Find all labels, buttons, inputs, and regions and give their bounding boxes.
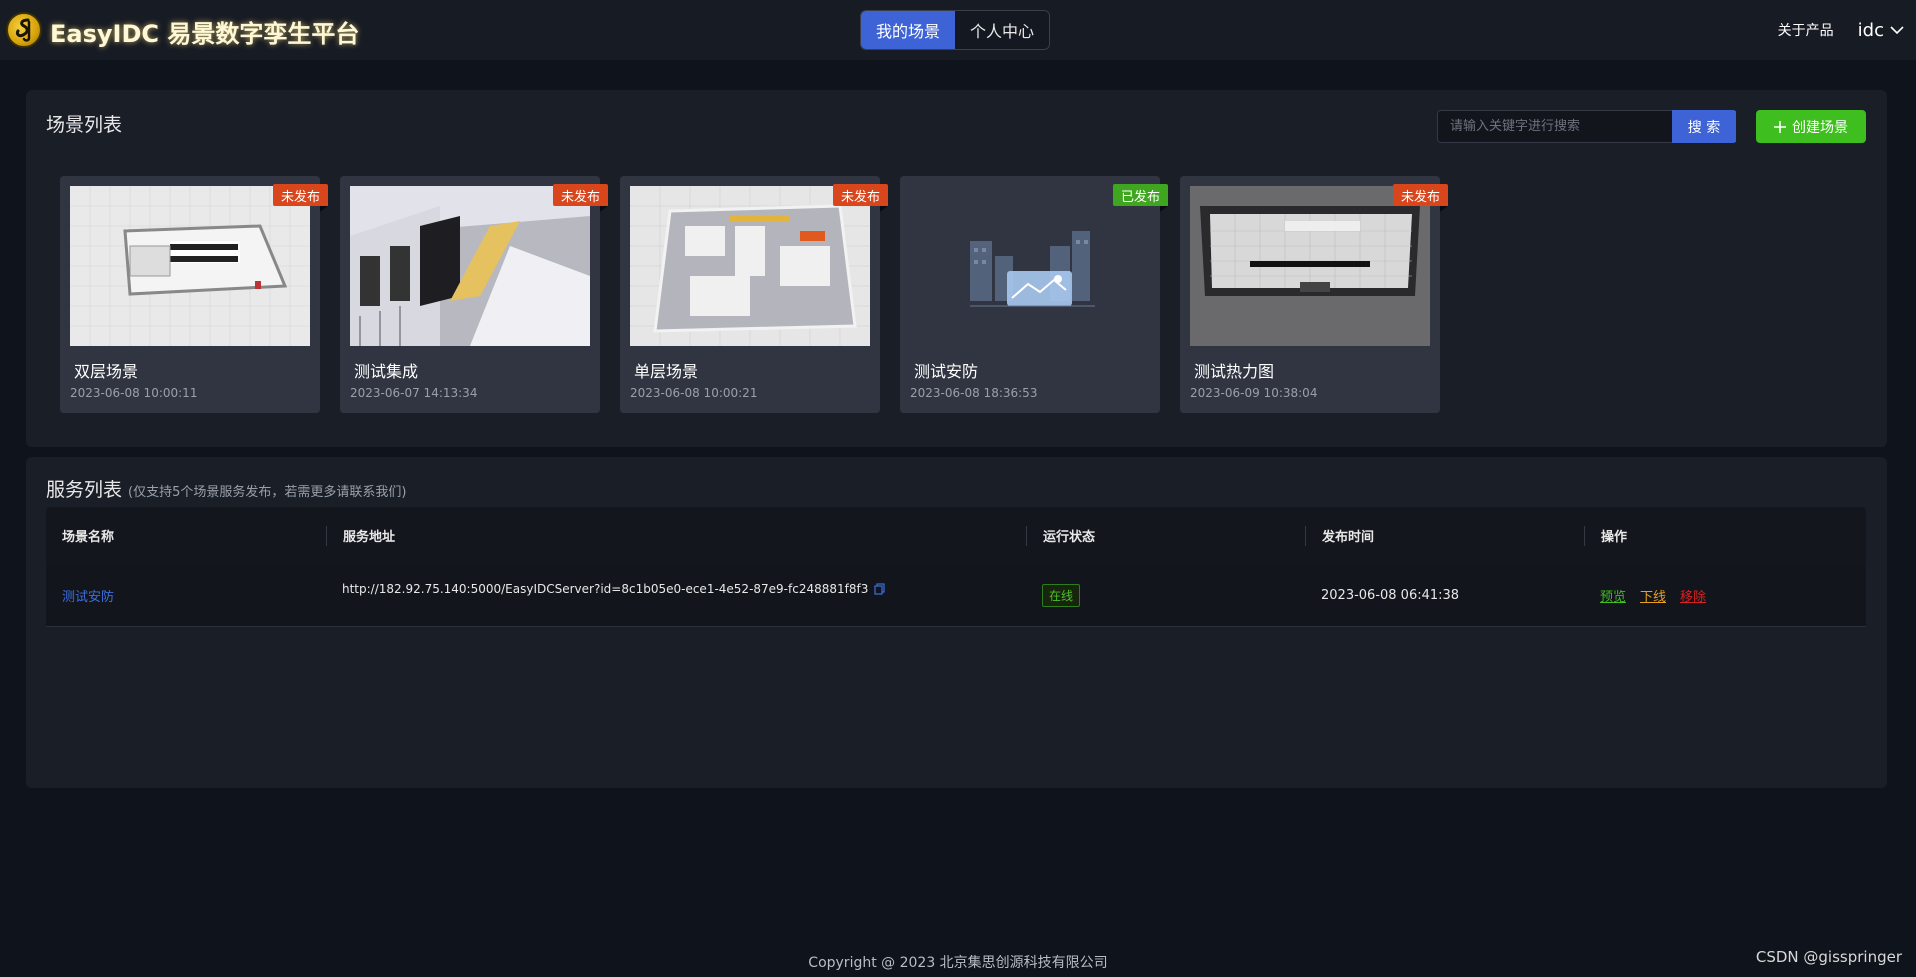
remove-link[interactable]: 移除 [1680,586,1706,605]
scene-name: 测试安防 [914,362,979,381]
scene-name: 单层场景 [634,362,699,381]
status-badge: 未发布 [1392,184,1449,212]
column-header-address: 服务地址 [326,525,1026,546]
scene-thumbnail [350,186,590,346]
search-box: 搜 索 [1437,110,1737,143]
status-badge: 未发布 [832,184,889,212]
tab-my-scenes[interactable]: 我的场景 [861,11,956,49]
scene-name: 测试集成 [354,362,419,381]
status-badge: 未发布 [272,184,329,212]
scene-name: 双层场景 [74,362,139,381]
scene-thumbnail [70,186,310,346]
footer-copyright: Copyright @ 2023 北京集思创源科技有限公司 [808,955,1108,971]
table-row: 测试安防 http://182.92.75.140:5000/EasyIDCSe… [46,564,1866,627]
search-button[interactable]: 搜 索 [1672,110,1736,143]
user-name: idc [1857,19,1884,41]
table-header: 场景名称 服务地址 运行状态 发布时间 操作 [46,507,1866,564]
status-badge: 已发布 [1112,184,1169,212]
column-header-scene-name: 场景名称 [62,530,115,545]
main-nav-tabs: 我的场景 个人中心 [860,10,1051,50]
header-right: 关于产品 idc [1778,0,1904,60]
plus-icon [1774,120,1786,133]
scene-list-title: 场景列表 [46,114,123,136]
row-actions: 预览 下线 移除 [1600,586,1866,605]
preview-link[interactable]: 预览 [1600,586,1626,605]
scene-date: 2023-06-08 10:00:21 [630,386,758,400]
scene-thumbnail [1190,186,1430,346]
chevron-down-icon [1890,26,1904,35]
scene-name-link[interactable]: 测试安防 [62,590,114,605]
service-list-title: 服务列表 (仅支持5个场景服务发布，若需更多请联系我们) [46,475,406,502]
service-list-subtitle: (仅支持5个场景服务发布，若需更多请联系我们) [128,485,407,500]
scene-cards: 未发布 双层场景 2023-06-08 10:00:11 未发布 测试集成 20… [60,176,1449,413]
publish-time: 2023-06-08 06:41:38 [1321,587,1460,603]
about-product-link[interactable]: 关于产品 [1778,20,1834,40]
scene-date: 2023-06-09 10:38:04 [1190,386,1318,400]
create-scene-button[interactable]: 创建场景 [1756,110,1866,143]
app-title: EasyIDC 易景数字孪生平台 [50,20,360,48]
online-status-tag: 在线 [1042,583,1081,607]
service-table: 场景名称 服务地址 运行状态 发布时间 操作 测试安防 http://182.9… [46,507,1866,627]
service-address-text: http://182.92.75.140:5000/EasyIDCServer?… [342,582,869,596]
scene-thumbnail [630,186,870,346]
status-badge: 未发布 [552,184,609,212]
column-header-actions: 操作 [1584,525,1866,546]
scene-card[interactable]: 未发布 双层场景 2023-06-08 10:00:11 [60,176,329,413]
offline-link[interactable]: 下线 [1640,586,1666,605]
scene-date: 2023-06-08 18:36:53 [910,386,1038,400]
app-logo-icon [6,12,42,48]
copy-icon[interactable] [874,583,886,595]
user-menu[interactable]: idc [1858,20,1904,41]
scene-card[interactable]: 未发布 单层场景 2023-06-08 10:00:21 [620,176,889,413]
scene-placeholder-image [910,186,1150,346]
tab-personal-center[interactable]: 个人中心 [955,11,1050,49]
create-scene-label: 创建场景 [1792,119,1848,136]
service-address: http://182.92.75.140:5000/EasyIDCServer?… [342,582,1026,596]
scene-card[interactable]: 未发布 测试集成 2023-06-07 14:13:34 [340,176,609,413]
scene-card[interactable]: 已发布 测试安防 2023-06-08 18:36:53 [900,176,1169,413]
column-header-status: 运行状态 [1026,525,1305,546]
column-header-publish-time: 发布时间 [1305,525,1584,546]
search-input[interactable] [1437,110,1672,143]
service-list-panel: 服务列表 (仅支持5个场景服务发布，若需更多请联系我们) 场景名称 服务地址 运行… [26,457,1887,788]
service-list-title-text: 服务列表 [46,479,123,501]
top-header: EasyIDC 易景数字孪生平台 我的场景 个人中心 关于产品 idc [0,0,1916,60]
watermark: CSDN @gisspringer [1755,948,1902,966]
scene-list-panel: 场景列表 搜 索 创建场景 [26,90,1887,447]
scene-card[interactable]: 未发布 测试热力图 2023-06-09 10:38:04 [1180,176,1449,413]
scene-date: 2023-06-07 14:13:34 [350,386,478,400]
scene-date: 2023-06-08 10:00:11 [70,386,198,400]
scene-name: 测试热力图 [1194,362,1275,381]
